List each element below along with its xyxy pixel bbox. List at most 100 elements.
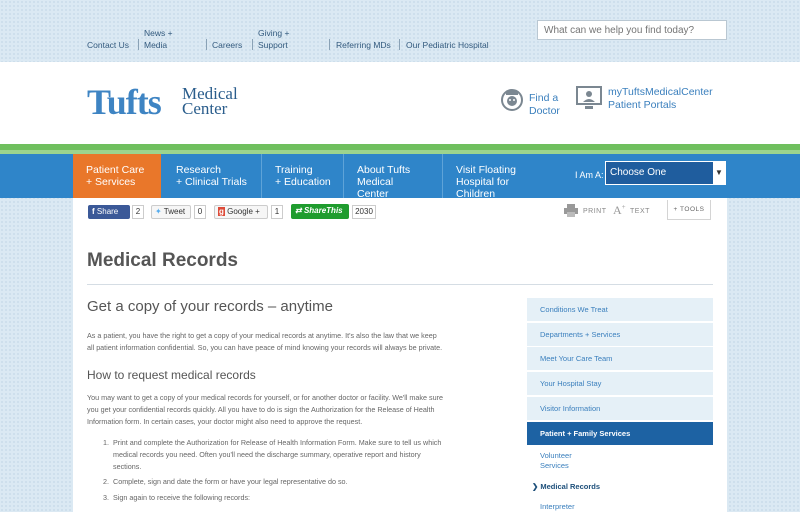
title-divider xyxy=(87,284,713,285)
nav-label-line: Patient Care xyxy=(86,164,145,176)
text-line: Services xyxy=(540,461,569,470)
tweet-count: 0 xyxy=(194,205,206,219)
text-line: As a patient, you have the right to get … xyxy=(87,331,437,340)
i-am-a-value: Choose One xyxy=(610,167,667,178)
sidenav-item-hospital-stay[interactable]: Your Hospital Stay xyxy=(527,372,713,396)
nav-label-line: About Tufts xyxy=(357,164,411,176)
sharethis-icon: ⇄ xyxy=(295,206,302,215)
nav-floating-hospital[interactable]: Visit Floating Hospital for Children xyxy=(443,154,565,200)
news-media-link[interactable]: News + Media xyxy=(144,27,173,51)
sidenav-item-care-team[interactable]: Meet Your Care Team xyxy=(527,347,713,371)
divider xyxy=(329,39,330,50)
nav-label-line: Training xyxy=(275,164,313,176)
facebook-icon: f xyxy=(92,207,95,216)
sharethis-label: ShareThis xyxy=(303,206,343,215)
find-doctor-link[interactable]: Find a Doctor xyxy=(529,92,560,118)
text-line: you get your confidential records quickl… xyxy=(87,405,435,414)
tools-tab[interactable]: + TOOLS xyxy=(667,200,711,220)
print-link[interactable]: PRINT xyxy=(583,208,607,215)
patient-portal-icon[interactable] xyxy=(576,85,602,111)
tweet-label: Tweet xyxy=(163,207,186,216)
patient-portal-line1: myTuftsMedicalCenter xyxy=(608,86,713,98)
nav-about[interactable]: About Tufts Medical Center xyxy=(344,154,443,200)
logo-wordmark-center: Center xyxy=(182,99,228,118)
subsection-heading: How to request medical records xyxy=(87,368,256,382)
google-plus-icon: g xyxy=(218,207,225,216)
nav-research[interactable]: Research + Clinical Trials xyxy=(163,154,262,198)
sidenav-sub-interpreter[interactable]: Interpreter xyxy=(540,502,575,512)
google-plus-label: Google + xyxy=(227,207,260,216)
utility-bar: Contact Us News + Media Careers Giving +… xyxy=(0,0,800,62)
patient-portal-line2: Patient Portals xyxy=(608,99,677,111)
pediatric-hospital-link[interactable]: Our Pediatric Hospital xyxy=(406,39,489,51)
nav-patient-care[interactable]: Patient Care + Services xyxy=(73,154,161,198)
intro-paragraph: As a patient, you have the right to get … xyxy=(87,330,514,354)
list-number: 1. xyxy=(103,438,109,447)
sharethis-count: 2030 xyxy=(352,205,376,219)
google-plus-button[interactable]: g Google + xyxy=(214,205,268,219)
text-line: Information form. In certain cases, your… xyxy=(87,417,363,426)
list-number: 2. xyxy=(103,477,109,486)
nav-label-line: + Clinical Trials xyxy=(176,176,247,188)
list-item: 1. Print and complete the Authorization … xyxy=(103,437,513,473)
site-header: Tufts Medical Center Find a Doctor myTuf… xyxy=(0,62,800,144)
i-am-a-select[interactable]: Choose One ▼ xyxy=(605,161,726,185)
divider xyxy=(252,39,253,50)
section-heading: Get a copy of your records – anytime xyxy=(87,298,333,315)
share-count: 2 xyxy=(132,205,144,219)
sidenav-sub-medical-records[interactable]: ❯ Medical Records xyxy=(532,482,600,492)
dropdown-arrow-icon: ▼ xyxy=(713,162,725,184)
text-line: all patient information confidential. So… xyxy=(87,343,443,352)
print-icon[interactable] xyxy=(564,204,578,217)
text-line: You may want to get a copy of your medic… xyxy=(87,393,443,402)
nav-label-line: + Education xyxy=(275,176,331,188)
chevron-right-icon: ❯ xyxy=(532,482,539,491)
divider xyxy=(206,39,207,50)
referring-mds-link[interactable]: Referring MDs xyxy=(336,39,391,51)
giving-support-line2: Support xyxy=(258,40,288,50)
nav-label-line: Medical xyxy=(357,176,394,188)
patient-portal-link[interactable]: myTuftsMedicalCenter Patient Portals xyxy=(608,86,713,112)
twitter-icon: ✦ xyxy=(155,207,162,216)
search-input[interactable] xyxy=(537,20,727,40)
nav-training[interactable]: Training + Education xyxy=(262,154,344,198)
tweet-button[interactable]: ✦ Tweet xyxy=(151,205,191,219)
text-size-link[interactable]: TEXT xyxy=(630,208,650,215)
facebook-share-button[interactable]: f Share xyxy=(88,205,130,219)
text-size-icon[interactable]: A+ xyxy=(613,203,626,218)
sharethis-button[interactable]: ⇄ ShareThis xyxy=(291,204,349,219)
giving-support-link[interactable]: Giving + Support xyxy=(258,27,289,51)
nav-label-line: Hospital for xyxy=(456,176,510,188)
find-doctor-line2: Doctor xyxy=(529,105,560,117)
sidenav-item-patient-family[interactable]: Patient + Family Services xyxy=(527,422,713,446)
text-line: Complete, sign and date the form or have… xyxy=(113,477,348,486)
page-title: Medical Records xyxy=(87,250,238,271)
text-line: Print and complete the Authorization for… xyxy=(113,438,442,447)
sidenav-item-conditions[interactable]: Conditions We Treat xyxy=(527,298,713,322)
google-plus-count: 1 xyxy=(271,205,283,219)
text-line: Volunteer xyxy=(540,451,572,460)
text-line: sections. xyxy=(113,462,142,471)
nav-label-line: + Services xyxy=(86,176,136,188)
divider xyxy=(138,39,139,50)
news-media-line1: News + xyxy=(144,28,173,38)
request-paragraph: You may want to get a copy of your medic… xyxy=(87,392,514,428)
text-line: Medical Records xyxy=(540,482,600,491)
sidenav-sub-volunteer[interactable]: Volunteer Services xyxy=(540,451,572,471)
nav-label-line: Visit Floating xyxy=(456,164,516,176)
news-media-line2: Media xyxy=(144,40,168,50)
list-item: 3. Sign again to receive the following r… xyxy=(103,492,513,504)
careers-link[interactable]: Careers xyxy=(212,39,242,51)
find-doctor-line1: Find a xyxy=(529,92,559,104)
contact-us-link[interactable]: Contact Us xyxy=(87,39,129,51)
text-line: medical records you need. Often you'll n… xyxy=(113,450,421,459)
giving-support-line1: Giving + xyxy=(258,28,290,38)
divider xyxy=(399,39,400,50)
sidenav-item-departments[interactable]: Departments + Services xyxy=(527,323,713,347)
nav-label-line: Research xyxy=(176,164,221,176)
doctor-icon[interactable] xyxy=(500,86,524,114)
header-stripe xyxy=(0,144,800,154)
share-label: Share xyxy=(96,207,119,216)
i-am-a-label: I Am A: xyxy=(575,170,604,180)
sidenav-item-visitor-info[interactable]: Visitor Information xyxy=(527,397,713,421)
